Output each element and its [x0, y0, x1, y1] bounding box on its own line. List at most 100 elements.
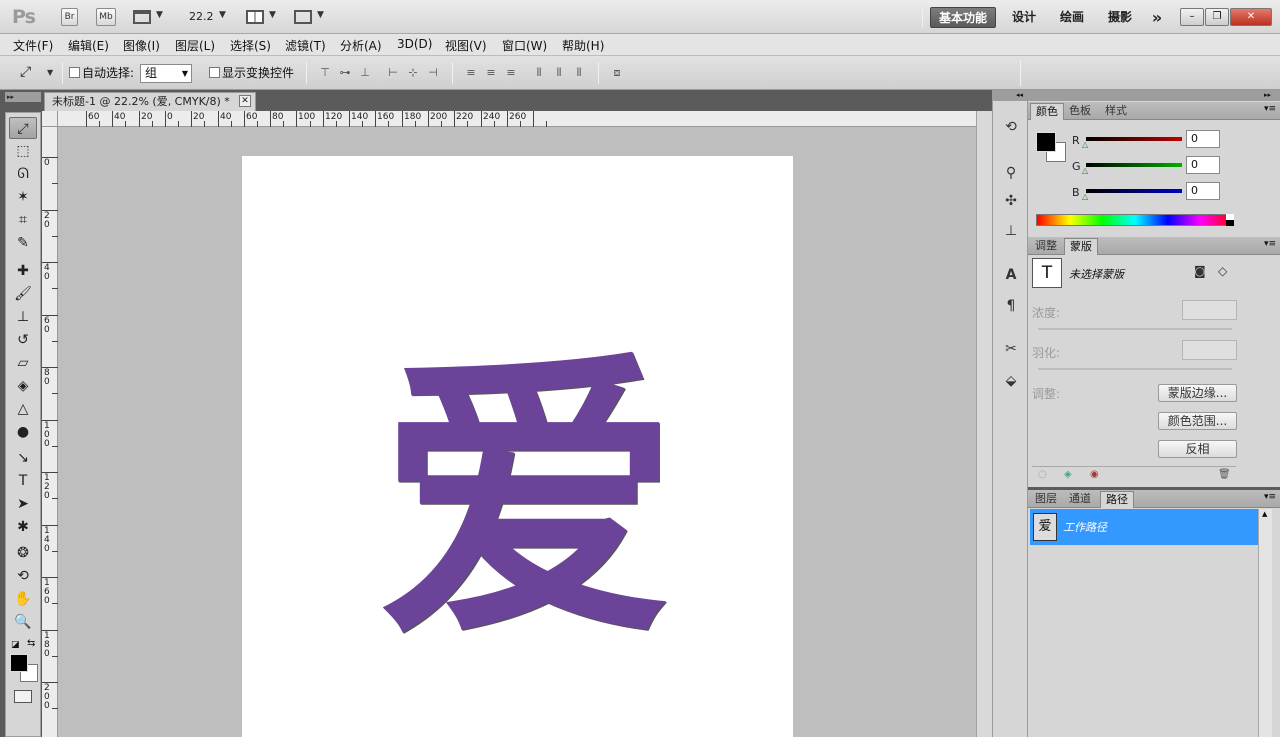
distribute-bottom-icon[interactable]: ≡: [504, 66, 518, 80]
move-tool-icon[interactable]: ⤢: [9, 117, 37, 139]
hand-tool-icon[interactable]: ✋: [9, 588, 37, 610]
auto-align-icon[interactable]: ⧈: [610, 66, 624, 80]
color-panel-fg-swatch[interactable]: [1036, 132, 1056, 152]
close-button[interactable]: ✕: [1230, 8, 1272, 26]
channel-g-input[interactable]: 0: [1186, 156, 1220, 174]
history-panel-icon[interactable]: ⟲: [1001, 117, 1021, 137]
chevron-down-icon[interactable]: ▼: [156, 10, 163, 20]
vertical-scrollbar[interactable]: [976, 111, 992, 737]
channel-b-slider[interactable]: [1086, 189, 1182, 193]
paths-scrollbar[interactable]: ▲: [1258, 509, 1272, 737]
workspace-painting[interactable]: 绘画: [1054, 7, 1090, 28]
delete-mask-icon[interactable]: 🗑: [1218, 469, 1231, 480]
clone-stamp-tool-icon[interactable]: ⊥: [9, 306, 37, 328]
arrange-documents-icon[interactable]: [246, 10, 264, 24]
close-document-icon[interactable]: ✕: [239, 95, 251, 107]
menu-image[interactable]: 图像(I): [123, 37, 160, 54]
color-spectrum-bar[interactable]: [1036, 214, 1234, 226]
menu-filter[interactable]: 滤镜(T): [285, 37, 326, 54]
add-vector-mask-icon[interactable]: ◇: [1218, 264, 1227, 278]
character-panel-icon[interactable]: A: [1001, 265, 1021, 285]
default-colors-icon[interactable]: ◪: [11, 640, 20, 650]
distribute-left-icon[interactable]: ⦀: [532, 66, 546, 80]
menu-window[interactable]: 窗口(W): [502, 37, 547, 54]
tools-panel-collapse-icon[interactable]: ▸▸: [5, 92, 41, 102]
disable-mask-icon[interactable]: ◉: [1090, 469, 1099, 480]
magic-wand-tool-icon[interactable]: ✶: [9, 186, 37, 208]
zoom-tool-icon[interactable]: 🔍: [9, 611, 37, 633]
ruler-origin[interactable]: [42, 111, 58, 127]
channel-b-input[interactable]: 0: [1186, 182, 1220, 200]
tab-adjustments[interactable]: 调整: [1030, 238, 1062, 255]
zoom-dropdown-icon[interactable]: ▼: [219, 10, 226, 20]
tab-color[interactable]: 颜色: [1030, 103, 1064, 120]
menu-file[interactable]: 文件(F): [13, 37, 53, 54]
tab-swatches[interactable]: 色板: [1064, 103, 1096, 120]
menu-analysis[interactable]: 分析(A): [340, 37, 382, 54]
menu-layer[interactable]: 图层(L): [175, 37, 215, 54]
document-tab[interactable]: 未标题-1 @ 22.2% (爱, CMYK/8) * ✕: [44, 92, 256, 111]
tab-paths[interactable]: 路径: [1100, 491, 1134, 508]
menu-view[interactable]: 视图(V): [445, 37, 487, 54]
black-white-ramp[interactable]: [1226, 214, 1234, 226]
paragraph-panel-icon[interactable]: ¶: [1001, 296, 1021, 316]
tab-styles[interactable]: 样式: [1100, 103, 1132, 120]
dock-collapse-icon[interactable]: ▸▸: [1028, 90, 1280, 101]
apply-mask-icon[interactable]: ◈: [1064, 469, 1072, 480]
shape-tool-icon[interactable]: ✱: [9, 516, 37, 538]
channel-r-input[interactable]: 0: [1186, 130, 1220, 148]
add-pixel-mask-icon[interactable]: ◙: [1194, 264, 1206, 278]
workspace-photography[interactable]: 摄影: [1102, 7, 1138, 28]
eyedropper-tool-icon[interactable]: ✎: [9, 232, 37, 254]
restore-button[interactable]: ❐: [1205, 8, 1229, 26]
eraser-tool-icon[interactable]: ▱: [9, 352, 37, 374]
panel-menu-icon[interactable]: ▾≡: [1264, 104, 1276, 114]
distribute-right-icon[interactable]: ⦀: [572, 66, 586, 80]
slider-handle-icon[interactable]: △: [1082, 166, 1088, 175]
lasso-tool-icon[interactable]: ᘏ: [9, 163, 37, 185]
load-selection-icon[interactable]: ◌: [1038, 469, 1047, 480]
auto-select-dropdown[interactable]: 组 ▼: [140, 64, 192, 83]
align-right-icon[interactable]: ⊣: [426, 66, 440, 80]
mask-edge-button[interactable]: 蒙版边缘...: [1158, 384, 1237, 402]
workspace-more-icon[interactable]: »: [1146, 7, 1168, 28]
minibridge-button[interactable]: Mb: [96, 8, 116, 26]
auto-select-checkbox[interactable]: [69, 67, 80, 78]
document-canvas[interactable]: 爱: [242, 156, 793, 737]
align-vcenter-icon[interactable]: ⊶: [338, 66, 352, 80]
dodge-tool-icon[interactable]: ●: [9, 421, 37, 443]
foreground-color-swatch[interactable]: [10, 654, 28, 672]
align-left-icon[interactable]: ⊢: [386, 66, 400, 80]
screen-mode-icon[interactable]: [294, 10, 312, 24]
brush-tool-icon[interactable]: 🖌: [9, 283, 37, 305]
tab-channels[interactable]: 通道: [1064, 491, 1096, 508]
3d-rotate-tool-icon[interactable]: ❂: [9, 542, 37, 564]
crop-tool-icon[interactable]: ⌗: [9, 209, 37, 231]
brushes-panel-icon[interactable]: ✣: [1001, 191, 1021, 211]
minimize-button[interactable]: –: [1180, 8, 1204, 26]
menu-help[interactable]: 帮助(H): [562, 37, 604, 54]
healing-brush-tool-icon[interactable]: ✚: [9, 260, 37, 282]
type-tool-icon[interactable]: T: [9, 470, 37, 492]
quick-mask-icon[interactable]: [14, 690, 32, 703]
slider-handle-icon[interactable]: △: [1082, 140, 1088, 149]
history-brush-tool-icon[interactable]: ↺: [9, 329, 37, 351]
invert-button[interactable]: 反相: [1158, 440, 1237, 458]
menu-edit[interactable]: 编辑(E): [68, 37, 109, 54]
scroll-up-icon[interactable]: ▲: [1262, 510, 1267, 518]
panel-menu-icon[interactable]: ▾≡: [1264, 492, 1276, 502]
tab-masks[interactable]: 蒙版: [1064, 238, 1098, 255]
chevron-down-icon[interactable]: ▼: [269, 10, 276, 20]
chevron-down-icon[interactable]: ▼: [47, 68, 53, 77]
channel-g-slider[interactable]: [1086, 163, 1182, 167]
clone-source-icon[interactable]: ⊥: [1001, 221, 1021, 241]
3d-panel-icon[interactable]: ⬙: [1001, 371, 1021, 391]
path-selection-tool-icon[interactable]: ➤: [9, 493, 37, 515]
brush-presets-icon[interactable]: ⚲: [1001, 163, 1021, 183]
zoom-level[interactable]: 22.2: [189, 10, 214, 23]
workspace-essentials[interactable]: 基本功能: [930, 7, 996, 28]
channel-r-slider[interactable]: [1086, 137, 1182, 141]
paint-bucket-tool-icon[interactable]: ◈: [9, 375, 37, 397]
workspace-design[interactable]: 设计: [1006, 7, 1042, 28]
strip-collapse-icon[interactable]: ◂◂: [992, 90, 1028, 101]
